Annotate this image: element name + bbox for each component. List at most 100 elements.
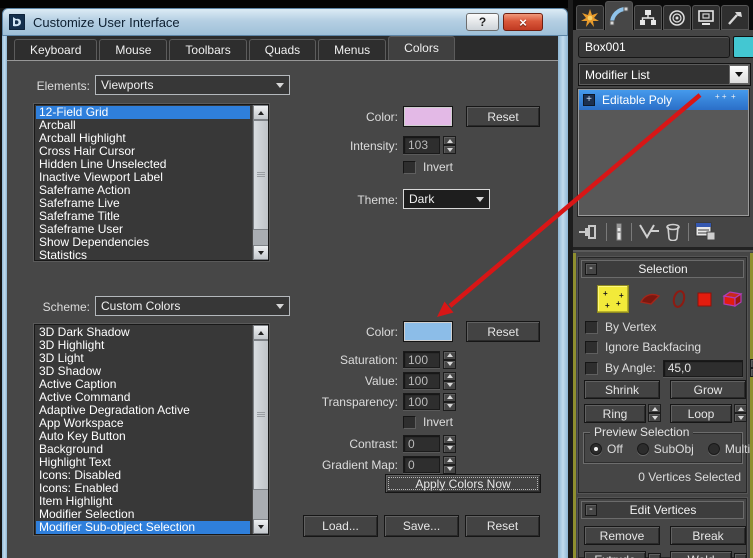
modifier-stack[interactable]: + Editable Poly <box>578 89 749 216</box>
spinner-down-icon[interactable] <box>443 464 456 474</box>
loop-button[interactable]: Loop <box>670 404 732 423</box>
dialog-tab[interactable]: Menus <box>318 39 387 60</box>
collapse-icon[interactable]: - <box>585 504 597 516</box>
close-button[interactable]: × <box>503 13 543 31</box>
ignore-backfacing-checkbox[interactable] <box>585 340 598 354</box>
scroll-down-button[interactable] <box>253 245 268 260</box>
configure-modifier-sets-icon[interactable] <box>695 222 716 241</box>
intensity-spinner[interactable] <box>443 136 456 154</box>
collapse-icon[interactable]: - <box>585 263 597 275</box>
weld-button[interactable]: Weld <box>670 551 732 558</box>
spinner-up-icon[interactable] <box>734 404 747 413</box>
extrude-settings-button[interactable] <box>648 553 661 558</box>
reset-scheme-button[interactable]: Reset <box>465 515 540 537</box>
dialog-tab[interactable]: Colors <box>388 36 455 60</box>
tab-motion[interactable] <box>663 5 691 30</box>
spin-row-spinner[interactable] <box>443 371 456 390</box>
preview-radio[interactable]: SubObj <box>636 442 694 456</box>
show-end-result-icon[interactable] <box>613 222 625 242</box>
spin-row-field[interactable]: 100 <box>403 372 440 389</box>
apply-colors-now-button[interactable]: Apply Colors Now <box>385 474 541 493</box>
spinner-down-icon[interactable] <box>443 443 456 453</box>
scheme-dropdown[interactable]: Custom Colors <box>95 296 290 316</box>
spinner-down-icon[interactable] <box>443 380 456 390</box>
spinner-up-icon[interactable] <box>443 392 456 402</box>
color-swatch-top[interactable] <box>403 106 453 127</box>
tab-hierarchy[interactable] <box>634 5 662 30</box>
dialog-tab[interactable]: Toolbars <box>169 39 247 60</box>
edit-vertices-rollout-header[interactable]: - Edit Vertices <box>581 501 744 519</box>
border-subobject-button[interactable] <box>671 289 687 309</box>
list-scrollbar[interactable] <box>252 105 268 260</box>
by-vertex-checkbox[interactable] <box>585 320 598 334</box>
by-angle-field[interactable]: 45,0 <box>662 359 743 377</box>
spinner-up-icon[interactable] <box>443 434 456 444</box>
vertex-subobject-button[interactable]: + + + + <box>597 285 629 313</box>
ring-spinner[interactable] <box>648 404 661 423</box>
spin-row-spinner[interactable] <box>443 392 456 411</box>
spinner-up-icon[interactable] <box>443 136 456 145</box>
spinner-down-icon[interactable] <box>443 359 456 369</box>
dialog-tab[interactable]: Keyboard <box>14 39 98 60</box>
spin-row-field[interactable]: 100 <box>403 393 440 410</box>
scroll-up-button[interactable] <box>253 325 268 340</box>
polygon-subobject-button[interactable] <box>697 292 712 307</box>
shrink-button[interactable]: Shrink <box>584 380 660 399</box>
scroll-up-button[interactable] <box>253 105 268 120</box>
spinner-up-icon[interactable] <box>648 404 661 413</box>
list-item[interactable]: Modifier Sub-object Selection <box>36 521 250 534</box>
make-unique-icon[interactable] <box>638 223 660 241</box>
tab-create[interactable] <box>576 5 604 30</box>
loop-spinner[interactable] <box>734 404 747 423</box>
elements-dropdown[interactable]: Viewports <box>95 75 290 95</box>
remove-button[interactable]: Remove <box>584 526 660 545</box>
spinner-up-icon[interactable] <box>443 455 456 465</box>
extrude-button[interactable]: Extrude <box>584 551 646 558</box>
spinner-down-icon[interactable] <box>443 145 456 154</box>
viewport-elements-list[interactable]: 12-Field Grid Arcball Arcball Highlight … <box>34 104 269 261</box>
scheme-colors-list[interactable]: 3D Dark Shadow 3D Highlight 3D Light 3D … <box>34 324 269 535</box>
spin-row-field[interactable]: 100 <box>403 351 440 368</box>
object-color-swatch[interactable] <box>733 36 753 58</box>
break-button[interactable]: Break <box>670 526 746 545</box>
modifier-list-arrow-button[interactable] <box>729 65 749 84</box>
invert-checkbox-top[interactable] <box>403 160 416 174</box>
pin-stack-icon[interactable] <box>578 223 600 241</box>
weld-settings-button[interactable] <box>734 553 747 558</box>
preview-radio[interactable]: Off <box>590 442 623 456</box>
list-scrollbar[interactable] <box>252 325 268 534</box>
intensity-field[interactable]: 103 <box>403 136 440 154</box>
spinner-up-icon[interactable] <box>443 371 456 381</box>
edge-subobject-button[interactable] <box>639 291 661 307</box>
spinner-down-icon[interactable] <box>443 401 456 411</box>
spin-row-spinner[interactable] <box>443 455 456 474</box>
spin-row-field[interactable]: 0 <box>403 435 440 452</box>
scroll-down-button[interactable] <box>253 519 268 534</box>
element-subobject-button[interactable] <box>722 290 743 308</box>
dialog-tab[interactable]: Quads <box>248 39 317 60</box>
dialog-tab[interactable]: Mouse <box>99 39 168 60</box>
preview-radio[interactable]: Multi <box>707 442 750 456</box>
scroll-thumb[interactable] <box>253 340 268 490</box>
load-button[interactable]: Load... <box>303 515 378 537</box>
invert-checkbox-bottom[interactable] <box>403 415 416 429</box>
color-swatch-bottom[interactable] <box>403 321 453 342</box>
remove-modifier-icon[interactable] <box>664 222 682 241</box>
reset-color-button-bottom[interactable]: Reset <box>466 321 540 342</box>
scroll-thumb[interactable] <box>253 120 268 230</box>
spinner-up-icon[interactable] <box>443 350 456 360</box>
modifier-list-dropdown[interactable]: Modifier List <box>578 63 751 86</box>
tab-utilities[interactable] <box>721 5 749 30</box>
spinner-down-icon[interactable] <box>734 413 747 422</box>
tab-modify[interactable] <box>605 1 633 30</box>
object-name-field[interactable]: Box001 <box>578 36 730 58</box>
spin-row-spinner[interactable] <box>443 350 456 369</box>
selection-rollout-header[interactable]: - Selection <box>581 260 744 278</box>
save-button[interactable]: Save... <box>384 515 459 537</box>
reset-color-button-top[interactable]: Reset <box>466 106 540 127</box>
ring-button[interactable]: Ring <box>584 404 646 423</box>
tab-display[interactable] <box>692 5 720 30</box>
list-item[interactable]: Statistics <box>36 249 250 261</box>
spinner-down-icon[interactable] <box>648 413 661 422</box>
help-button[interactable]: ? <box>466 13 499 31</box>
